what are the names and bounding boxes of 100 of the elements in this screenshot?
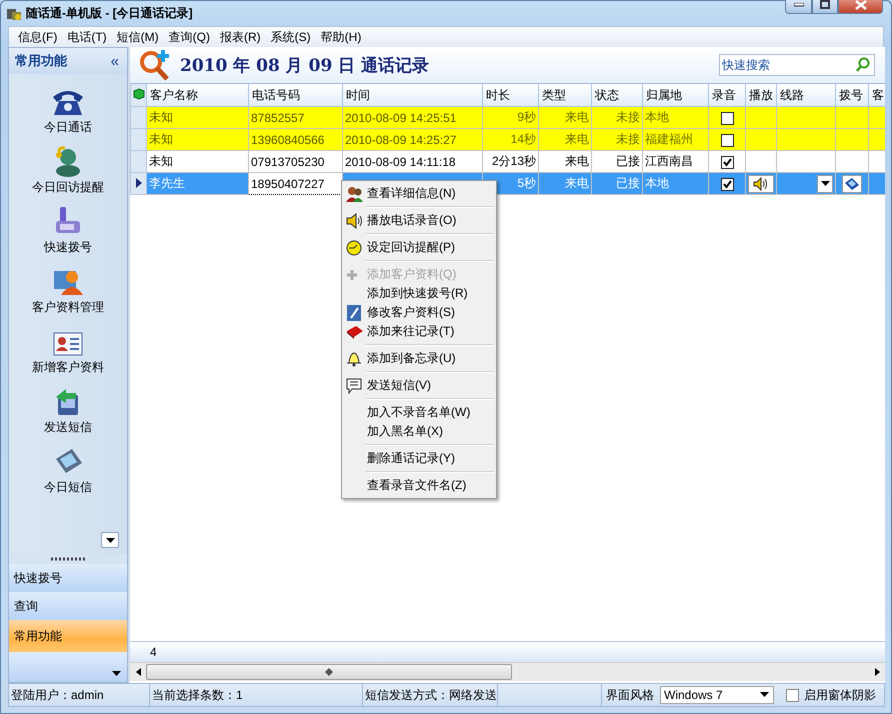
maximize-button[interactable] bbox=[812, 0, 838, 14]
sidebar-item[interactable]: 快速拨号 bbox=[44, 200, 92, 260]
menu-item[interactable]: 帮助(H) bbox=[316, 28, 366, 46]
table-cell: 14秒 bbox=[510, 132, 536, 146]
record-checkbox[interactable] bbox=[720, 134, 734, 147]
column-header[interactable]: 状态 bbox=[592, 84, 642, 106]
record-checkbox[interactable] bbox=[720, 112, 734, 125]
table-cell: 来电 bbox=[565, 132, 589, 146]
column-header[interactable]: 客 bbox=[868, 84, 885, 106]
sidebar-item[interactable]: 今日通话 bbox=[44, 80, 92, 140]
scrollbar-thumb[interactable] bbox=[146, 664, 512, 680]
menu-item[interactable]: 添加到快速拨号(R) bbox=[344, 284, 494, 303]
collapse-button[interactable]: « bbox=[108, 52, 121, 70]
clock-icon bbox=[346, 240, 362, 256]
menu-item[interactable]: 系统(S) bbox=[266, 28, 316, 46]
column-header[interactable]: 录音 bbox=[708, 84, 746, 106]
shadow-checkbox[interactable]: 启用窗体阴影 bbox=[778, 684, 884, 706]
sidebar-item[interactable]: 新增客户资料 bbox=[32, 320, 104, 380]
table-cell: 李先生 bbox=[149, 176, 185, 190]
status-text: 登陆用户：admin bbox=[11, 686, 104, 704]
column-header[interactable]: 电话号码 bbox=[248, 84, 342, 106]
status-text: 当前选择条数：1 bbox=[152, 686, 243, 704]
record-checkbox[interactable] bbox=[720, 178, 734, 191]
expand-button[interactable] bbox=[101, 532, 119, 548]
search-add-icon bbox=[138, 49, 172, 81]
menu-item[interactable]: 报表(R) bbox=[214, 28, 266, 46]
current-row-icon bbox=[136, 178, 142, 188]
speaker-icon bbox=[346, 212, 364, 228]
column-header[interactable]: 时长 bbox=[482, 84, 538, 106]
sidebar-item[interactable]: 客户资料管理 bbox=[32, 260, 104, 320]
menu-item[interactable]: 短信(M) bbox=[112, 28, 164, 46]
table-cell: 已接 bbox=[616, 176, 640, 190]
column-header[interactable]: 客户名称 bbox=[146, 84, 248, 106]
menu-item[interactable]: 播放电话录音(O) bbox=[344, 211, 494, 230]
scroll-left-icon[interactable] bbox=[136, 668, 140, 676]
sidebar-item[interactable]: 今日短信 bbox=[44, 440, 92, 500]
sidebar-item[interactable]: 发送短信 bbox=[44, 380, 92, 440]
search-field[interactable]: 快速搜索 bbox=[719, 54, 875, 76]
close-icon bbox=[854, 0, 866, 10]
menu-item[interactable]: 信息(F) bbox=[13, 28, 62, 46]
minimize-button[interactable] bbox=[785, 0, 812, 14]
minimize-icon bbox=[794, 2, 804, 6]
table-cell: 18950407227 bbox=[251, 176, 324, 190]
column-header[interactable]: 时间 bbox=[342, 84, 482, 106]
dial-button[interactable] bbox=[842, 174, 862, 192]
table-cell: 来电 bbox=[565, 110, 589, 124]
theme-dropdown[interactable]: Windows 7 bbox=[660, 686, 774, 704]
page-title: 2010 年 08 月 09 日 通话记录 bbox=[180, 54, 430, 76]
theme-label: 界面风格 bbox=[606, 686, 654, 704]
column-header[interactable]: 播放 bbox=[746, 84, 776, 106]
search-icon[interactable] bbox=[855, 57, 871, 73]
line-dropdown-button[interactable] bbox=[817, 174, 833, 192]
table-cell: 5秒 bbox=[517, 176, 536, 190]
plus-icon bbox=[346, 268, 358, 280]
close-button[interactable] bbox=[838, 0, 883, 14]
table-cell: 本地 bbox=[645, 176, 669, 190]
table-cell: 2010-08-09 14:11:18 bbox=[345, 154, 456, 168]
table-cell: 未知 bbox=[149, 154, 173, 168]
menu-item[interactable]: 查看详细信息(N) bbox=[344, 184, 494, 203]
nav-button[interactable]: 常用功能 bbox=[9, 620, 127, 652]
column-header[interactable]: 类型 bbox=[538, 84, 592, 106]
menu-item[interactable]: 加入黑名单(X) bbox=[344, 422, 494, 441]
sidebar-item[interactable]: 今日回访提醒 bbox=[32, 140, 104, 200]
menu-item[interactable]: 删除通话记录(Y) bbox=[344, 449, 494, 468]
bell-icon bbox=[346, 350, 362, 366]
table-cell: 2010-08-09 14:25:51 bbox=[345, 110, 456, 124]
table-cell: 来电 bbox=[565, 154, 589, 168]
book-icon bbox=[346, 324, 364, 338]
speech-bubble-icon bbox=[346, 378, 362, 394]
pencil-icon bbox=[346, 304, 362, 322]
menu-item[interactable]: 添加到备忘录(U) bbox=[344, 349, 494, 368]
dropdown-arrow-icon[interactable] bbox=[112, 671, 121, 676]
column-header[interactable]: 归属地 bbox=[642, 84, 708, 106]
caret-icon bbox=[820, 181, 830, 186]
nav-button[interactable]: 查询 bbox=[9, 592, 127, 620]
table-cell: 2010-08-09 14:25:27 bbox=[345, 132, 456, 146]
menu-item[interactable]: 查看录音文件名(Z) bbox=[344, 476, 494, 495]
table-cell: 未接 bbox=[616, 132, 640, 146]
table-cell: 福建福州 bbox=[645, 132, 693, 146]
table-cell: 未知 bbox=[149, 110, 173, 124]
scroll-right-icon[interactable] bbox=[874, 668, 880, 676]
column-header[interactable]: 线路 bbox=[776, 84, 836, 106]
table-cell: 9秒 bbox=[517, 110, 536, 124]
table-cell: 已接 bbox=[616, 154, 640, 168]
menu-item[interactable]: 修改客户资料(S) bbox=[344, 303, 494, 322]
menu-item[interactable]: 发送短信(V) bbox=[344, 376, 494, 395]
menu-item[interactable]: 设定回访提醒(P) bbox=[344, 238, 494, 257]
menu-item[interactable]: 查询(Q) bbox=[164, 28, 215, 46]
record-checkbox[interactable] bbox=[720, 156, 734, 169]
table-cell: 07913705230 bbox=[251, 154, 324, 168]
menu-item[interactable]: 加入不录音名单(W) bbox=[344, 403, 494, 422]
nav-button[interactable]: 快速拨号 bbox=[9, 564, 127, 592]
row-count: 4 bbox=[149, 645, 157, 659]
play-button[interactable] bbox=[748, 174, 774, 192]
table-cell: 87852557 bbox=[251, 110, 304, 124]
table-cell: 来电 bbox=[565, 176, 589, 190]
menu-item[interactable]: 电话(T) bbox=[62, 28, 112, 46]
column-header[interactable]: 拨号 bbox=[836, 84, 868, 106]
menu-item[interactable]: 添加来往记录(T) bbox=[344, 322, 494, 341]
splitter-grip[interactable] bbox=[51, 557, 85, 561]
